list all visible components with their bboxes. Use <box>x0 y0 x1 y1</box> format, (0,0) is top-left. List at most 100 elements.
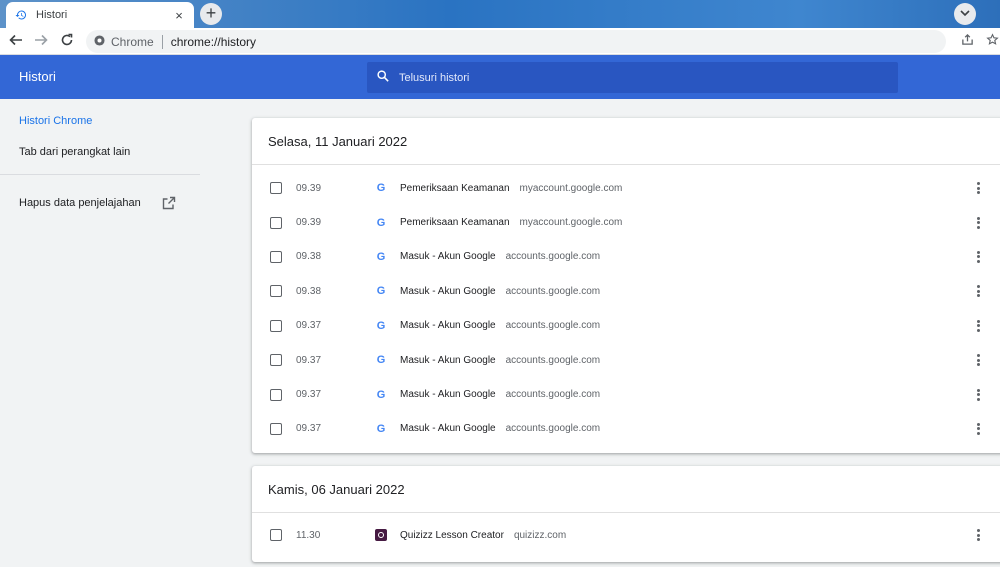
forward-button[interactable] <box>31 32 51 52</box>
more-actions-icon[interactable] <box>974 216 982 230</box>
visit-time: 09.39 <box>296 182 322 194</box>
google-icon: G <box>376 285 386 298</box>
entry-domain: myaccount.google.com <box>519 182 623 194</box>
address-url[interactable]: chrome://history <box>171 35 256 49</box>
arrow-forward-icon <box>34 33 48 52</box>
entry-link[interactable]: Masuk - Akun Google accounts.google.com <box>400 389 600 400</box>
google-icon: G <box>376 388 386 401</box>
browser-toolbar: Chrome chrome://history <box>0 28 1000 55</box>
entry-link[interactable]: Pemeriksaan Keamanan myaccount.google.com <box>400 183 622 194</box>
entry-title: Pemeriksaan Keamanan <box>400 217 510 229</box>
visit-time: 09.37 <box>296 423 322 435</box>
entry-title: Masuk - Akun Google <box>400 354 496 366</box>
row-checkbox[interactable] <box>270 388 282 401</box>
entry-link[interactable]: Masuk - Akun Google accounts.google.com <box>400 355 600 366</box>
entry-link[interactable]: Masuk - Akun Google accounts.google.com <box>400 286 600 297</box>
chevron-down-icon <box>960 5 970 23</box>
new-tab-button[interactable]: + <box>200 3 222 25</box>
more-actions-icon[interactable] <box>974 388 982 402</box>
history-row[interactable]: 09.37 G Masuk - Akun Google accounts.goog… <box>252 412 1000 446</box>
more-actions-icon[interactable] <box>974 181 982 195</box>
share-button[interactable] <box>958 33 976 51</box>
reload-button[interactable] <box>57 32 77 52</box>
group-date-header: Kamis, 06 Januari 2022 <box>252 466 1000 513</box>
visit-time: 09.37 <box>296 354 322 366</box>
entry-domain: accounts.google.com <box>505 389 601 401</box>
entry-title: Masuk - Akun Google <box>400 423 496 435</box>
history-row[interactable]: 09.37 G Masuk - Akun Google accounts.goog… <box>252 309 1000 343</box>
visit-time: 09.38 <box>296 251 322 263</box>
more-actions-icon[interactable] <box>974 528 982 542</box>
google-icon: G <box>376 250 386 263</box>
history-row[interactable]: 11.30 Quizizz Lesson Creator quizizz.com <box>252 518 1000 552</box>
search-input[interactable] <box>399 71 879 84</box>
more-actions-icon[interactable] <box>974 422 982 436</box>
more-actions-icon[interactable] <box>974 319 982 333</box>
entry-domain: quizizz.com <box>513 529 567 541</box>
entry-title: Quizizz Lesson Creator <box>400 529 504 541</box>
tab-close-icon[interactable]: × <box>172 8 186 23</box>
site-chip: Chrome <box>111 34 154 49</box>
row-checkbox[interactable] <box>270 529 282 542</box>
entry-link[interactable]: Quizizz Lesson Creator quizizz.com <box>400 530 566 541</box>
row-checkbox[interactable] <box>270 216 282 229</box>
page-title: Histori <box>19 69 56 84</box>
sidebar-item-chrome-history[interactable]: Histori Chrome <box>19 115 92 127</box>
history-list: 09.39 G Pemeriksaan Keamanan myaccount.go… <box>252 165 1000 446</box>
visit-time: 09.39 <box>296 217 322 229</box>
entry-link[interactable]: Masuk - Akun Google accounts.google.com <box>400 251 600 262</box>
entry-domain: accounts.google.com <box>505 354 601 366</box>
tab-histori[interactable]: Histori × <box>6 2 194 28</box>
open-in-new-icon <box>162 196 176 210</box>
row-checkbox[interactable] <box>270 285 282 298</box>
history-header: Histori <box>0 55 1000 99</box>
chrome-icon <box>94 33 105 51</box>
history-row[interactable]: 09.38 G Masuk - Akun Google accounts.goog… <box>252 240 1000 274</box>
history-row[interactable]: 09.39 G Pemeriksaan Keamanan myaccount.go… <box>252 171 1000 205</box>
visit-time: 11.30 <box>296 529 321 541</box>
history-group-card: Selasa, 11 Januari 2022 09.39 G Pemeriks… <box>252 118 1000 453</box>
back-button[interactable] <box>6 32 26 52</box>
entry-domain: accounts.google.com <box>505 285 601 297</box>
history-list: 11.30 Quizizz Lesson Creator quizizz.com <box>252 513 1000 552</box>
entry-link[interactable]: Pemeriksaan Keamanan myaccount.google.com <box>400 217 622 228</box>
history-row[interactable]: 09.37 G Masuk - Akun Google accounts.goog… <box>252 343 1000 377</box>
google-icon: G <box>376 354 386 367</box>
visit-time: 09.37 <box>296 389 322 401</box>
share-icon <box>961 33 974 51</box>
history-row[interactable]: 09.39 G Pemeriksaan Keamanan myaccount.go… <box>252 205 1000 239</box>
star-icon <box>985 33 999 51</box>
google-icon: G <box>376 319 386 332</box>
row-checkbox[interactable] <box>270 250 282 263</box>
tab-search-button[interactable] <box>954 3 976 25</box>
address-bar[interactable]: Chrome chrome://history <box>86 30 946 53</box>
sidebar: Histori Chrome Tab dari perangkat lain H… <box>0 99 200 567</box>
history-row[interactable]: 09.38 G Masuk - Akun Google accounts.goog… <box>252 274 1000 308</box>
history-icon <box>14 8 28 22</box>
group-date-header: Selasa, 11 Januari 2022 <box>252 118 1000 165</box>
entry-link[interactable]: Masuk - Akun Google accounts.google.com <box>400 320 600 331</box>
row-checkbox[interactable] <box>270 182 282 195</box>
more-actions-icon[interactable] <box>974 250 982 264</box>
row-checkbox[interactable] <box>270 422 282 435</box>
google-icon: G <box>376 182 386 195</box>
entry-title: Pemeriksaan Keamanan <box>400 182 510 194</box>
sidebar-item-clear-data[interactable]: Hapus data penjelajahan <box>19 197 141 209</box>
google-icon: G <box>376 422 386 435</box>
entry-domain: myaccount.google.com <box>519 217 623 229</box>
reload-icon <box>60 33 74 52</box>
row-checkbox[interactable] <box>270 354 282 367</box>
entry-link[interactable]: Masuk - Akun Google accounts.google.com <box>400 423 600 434</box>
more-actions-icon[interactable] <box>974 353 982 367</box>
bookmark-button[interactable] <box>983 33 1000 51</box>
more-actions-icon[interactable] <box>974 284 982 298</box>
entry-title: Masuk - Akun Google <box>400 285 496 297</box>
history-row[interactable]: 09.37 G Masuk - Akun Google accounts.goog… <box>252 377 1000 411</box>
row-checkbox[interactable] <box>270 319 282 332</box>
tab-strip: Histori × + <box>0 0 1000 28</box>
entry-title: Masuk - Akun Google <box>400 389 496 401</box>
search-box[interactable] <box>367 62 898 93</box>
sidebar-item-other-devices[interactable]: Tab dari perangkat lain <box>19 146 130 158</box>
tab-title: Histori <box>36 9 68 21</box>
history-group-card: Kamis, 06 Januari 2022 11.30 Quizizz Les… <box>252 466 1000 562</box>
